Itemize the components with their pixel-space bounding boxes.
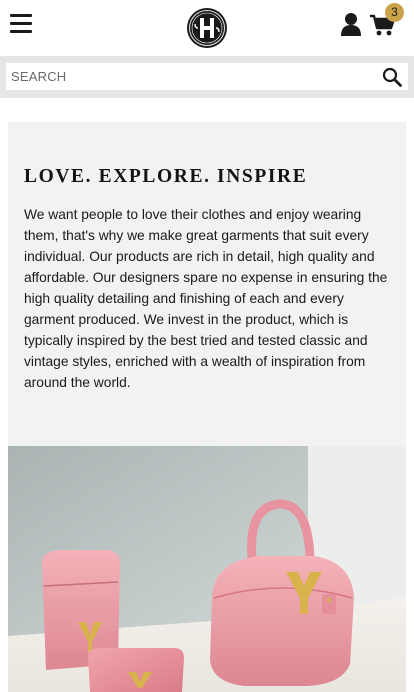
handbags-photo	[8, 446, 406, 692]
account-icon[interactable]	[340, 12, 362, 36]
search-bar	[0, 56, 414, 98]
hero-image[interactable]	[8, 446, 406, 692]
menu-icon-bar	[10, 14, 32, 17]
menu-icon-bar	[10, 22, 32, 25]
brand-intro-section: LOVE. EXPLORE. INSPIRE We want people to…	[8, 122, 406, 446]
search-icon[interactable]	[382, 67, 402, 87]
logo-icon[interactable]	[186, 7, 228, 49]
section-title: LOVE. EXPLORE. INSPIRE	[24, 166, 308, 187]
search-input[interactable]	[6, 63, 408, 90]
menu-icon-bar	[10, 30, 32, 33]
cart-count-badge[interactable]: 3	[385, 3, 404, 22]
brand-description: We want people to love their clothes and…	[24, 207, 388, 390]
site-header: 3	[0, 0, 414, 56]
menu-button[interactable]	[10, 14, 32, 33]
